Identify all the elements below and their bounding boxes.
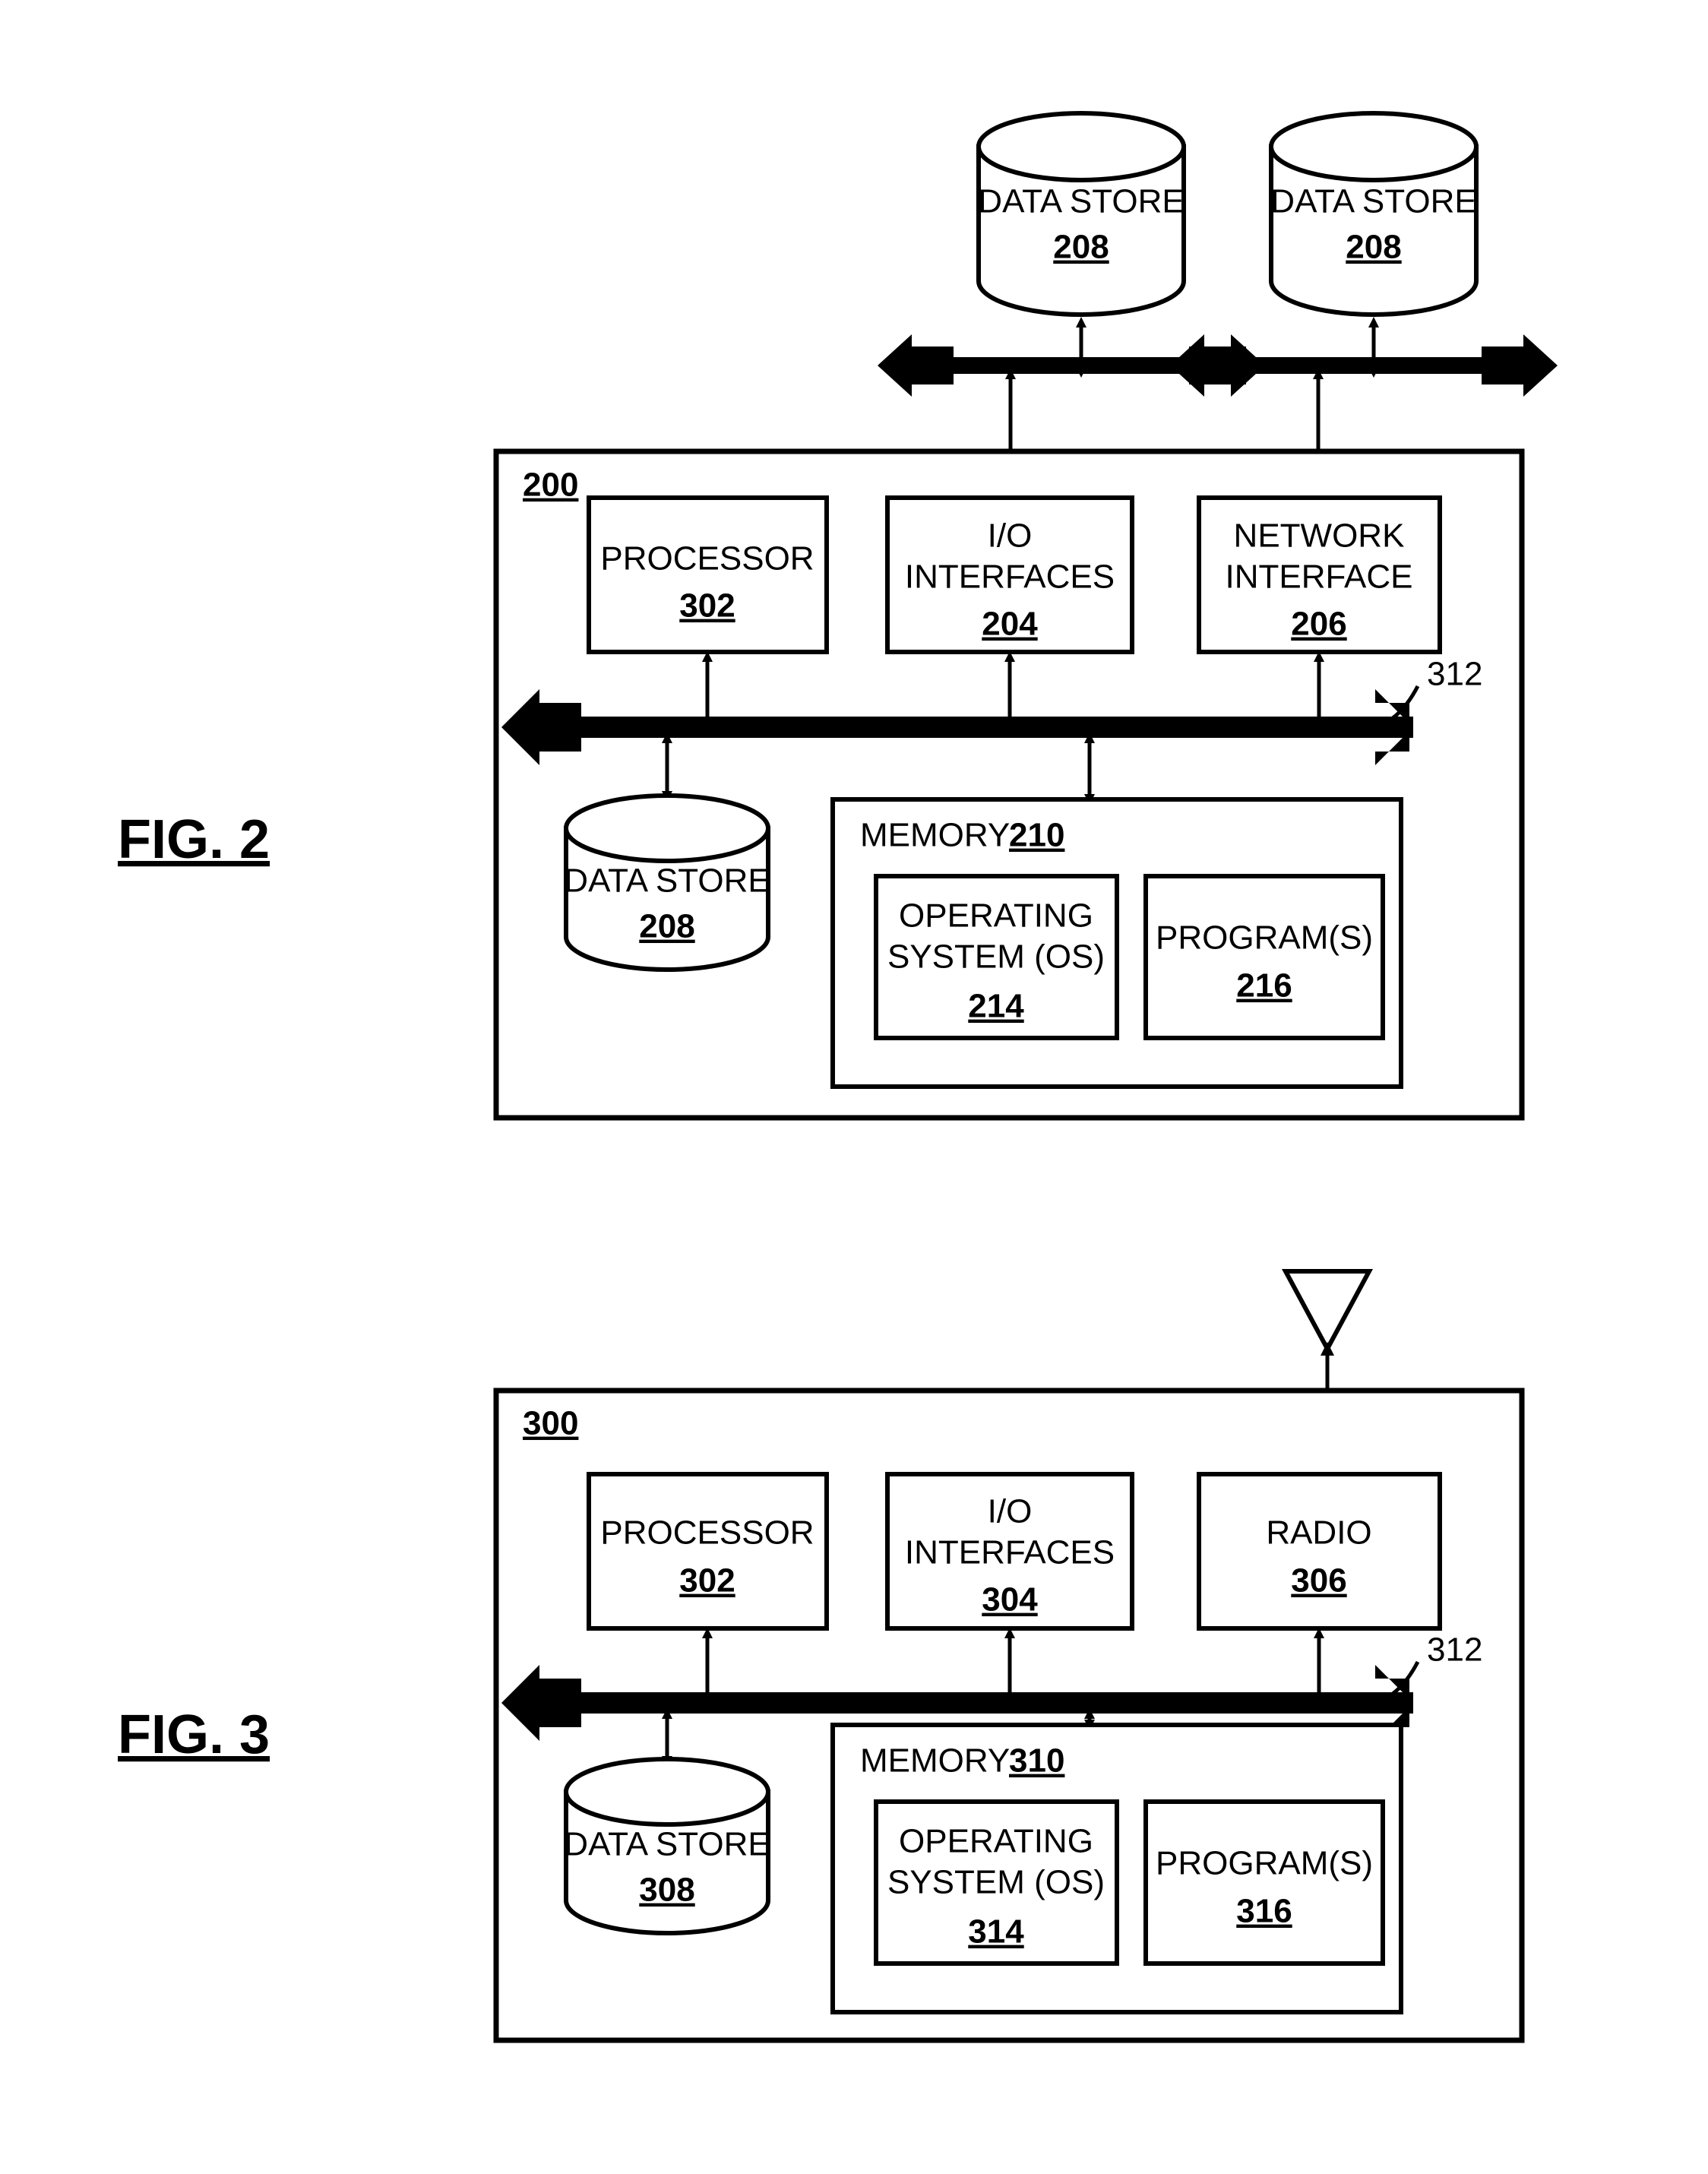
block-ref: 204 [982, 606, 1038, 643]
data-store-ref: 208 [1346, 229, 1401, 266]
memory-ref: 310 [1009, 1742, 1064, 1780]
block-label-line-2: SYSTEM (OS) [887, 1864, 1105, 1901]
block-label-line-2: SYSTEM (OS) [887, 938, 1105, 976]
block-label-line-1: PROCESSOR [600, 540, 814, 578]
figure-3-caption: FIG. 3 [118, 1704, 270, 1765]
block-ref: 302 [679, 1562, 735, 1600]
external-data-store-1: DATA STORE 208 [976, 111, 1186, 317]
internal-data-store-308: DATA STORE 308 [564, 1757, 770, 1935]
block-ref: 304 [982, 1581, 1038, 1619]
block-label-line-2: INTERFACES [905, 1534, 1115, 1571]
figure-2: FIG. 2 DATA STORE 208 DATA STORE 208 200… [118, 111, 1558, 1121]
memory-ref: 210 [1009, 817, 1064, 854]
block-ref: 316 [1236, 1893, 1292, 1930]
system-300-ref: 300 [523, 1405, 578, 1442]
memory-210: MEMORY 210 OPERATING SYSTEM (OS) 214 PRO… [830, 797, 1403, 1089]
block-label-line-1: PROGRAM(S) [1156, 919, 1373, 957]
block-network-interface-206: NETWORK INTERFACE 206 [1197, 495, 1442, 654]
block-ref: 214 [968, 988, 1024, 1025]
data-store-label: DATA STORE [564, 1826, 770, 1863]
block-label-line-1: PROGRAM(S) [1156, 1845, 1373, 1882]
memory-label: MEMORY [860, 817, 1010, 854]
block-operating-system-314: OPERATING SYSTEM (OS) 314 [874, 1799, 1119, 1966]
block-ref: 206 [1291, 606, 1346, 643]
block-ref: 302 [679, 587, 735, 625]
block-processor-302: PROCESSOR 302 [587, 495, 829, 654]
block-label-line-1: OPERATING [899, 1823, 1093, 1860]
figure-2-caption: FIG. 2 [118, 809, 270, 870]
block-programs-216: PROGRAM(S) 216 [1143, 874, 1385, 1040]
block-label-line-1: RADIO [1266, 1514, 1371, 1552]
data-store-ref: 308 [639, 1872, 694, 1909]
block-processor-302-fig3: PROCESSOR 302 [587, 1472, 829, 1631]
block-label-line-1: OPERATING [899, 897, 1093, 935]
data-store-ref: 208 [639, 908, 694, 945]
block-ref: 216 [1236, 967, 1292, 1005]
internal-data-store-208: DATA STORE 208 [564, 793, 770, 972]
block-radio-306: RADIO 306 [1197, 1472, 1442, 1631]
bus-ref-label: 312 [1427, 1631, 1482, 1669]
block-ref: 306 [1291, 1562, 1346, 1600]
data-store-label: DATA STORE [978, 183, 1184, 220]
data-store-ref: 208 [1053, 229, 1109, 266]
external-data-store-2: DATA STORE 208 [1269, 111, 1479, 317]
memory-310: MEMORY 310 OPERATING SYSTEM (OS) 314 PRO… [830, 1723, 1403, 2014]
bus-ref-label: 312 [1427, 656, 1482, 693]
antenna-icon [1281, 1269, 1374, 1354]
block-io-interfaces-304: I/O INTERFACES 304 [885, 1472, 1134, 1631]
block-label-line-2: INTERFACES [905, 559, 1115, 596]
network-link-bar-2 [1170, 334, 1558, 397]
block-operating-system-214: OPERATING SYSTEM (OS) 214 [874, 874, 1119, 1040]
memory-label: MEMORY [860, 1742, 1010, 1780]
block-label-line-1: NETWORK [1234, 517, 1405, 555]
figure-3: FIG. 3 300 PROCESSOR 302 I/O INTERFACES … [118, 1269, 1525, 2043]
block-label-line-1: I/O [988, 517, 1033, 555]
block-label-line-1: PROCESSOR [600, 1514, 814, 1552]
data-store-label: DATA STORE [1270, 183, 1476, 220]
data-store-label: DATA STORE [564, 862, 770, 900]
system-200-ref: 200 [523, 467, 578, 504]
block-ref: 314 [968, 1913, 1024, 1951]
patent-drawing-sheet: FIG. 2 DATA STORE 208 DATA STORE 208 200… [0, 0, 1708, 2174]
block-label-line-1: I/O [988, 1493, 1033, 1530]
block-programs-316: PROGRAM(S) 316 [1143, 1799, 1385, 1966]
block-io-interfaces-204: I/O INTERFACES 204 [885, 495, 1134, 654]
block-label-line-2: INTERFACE [1226, 559, 1413, 596]
